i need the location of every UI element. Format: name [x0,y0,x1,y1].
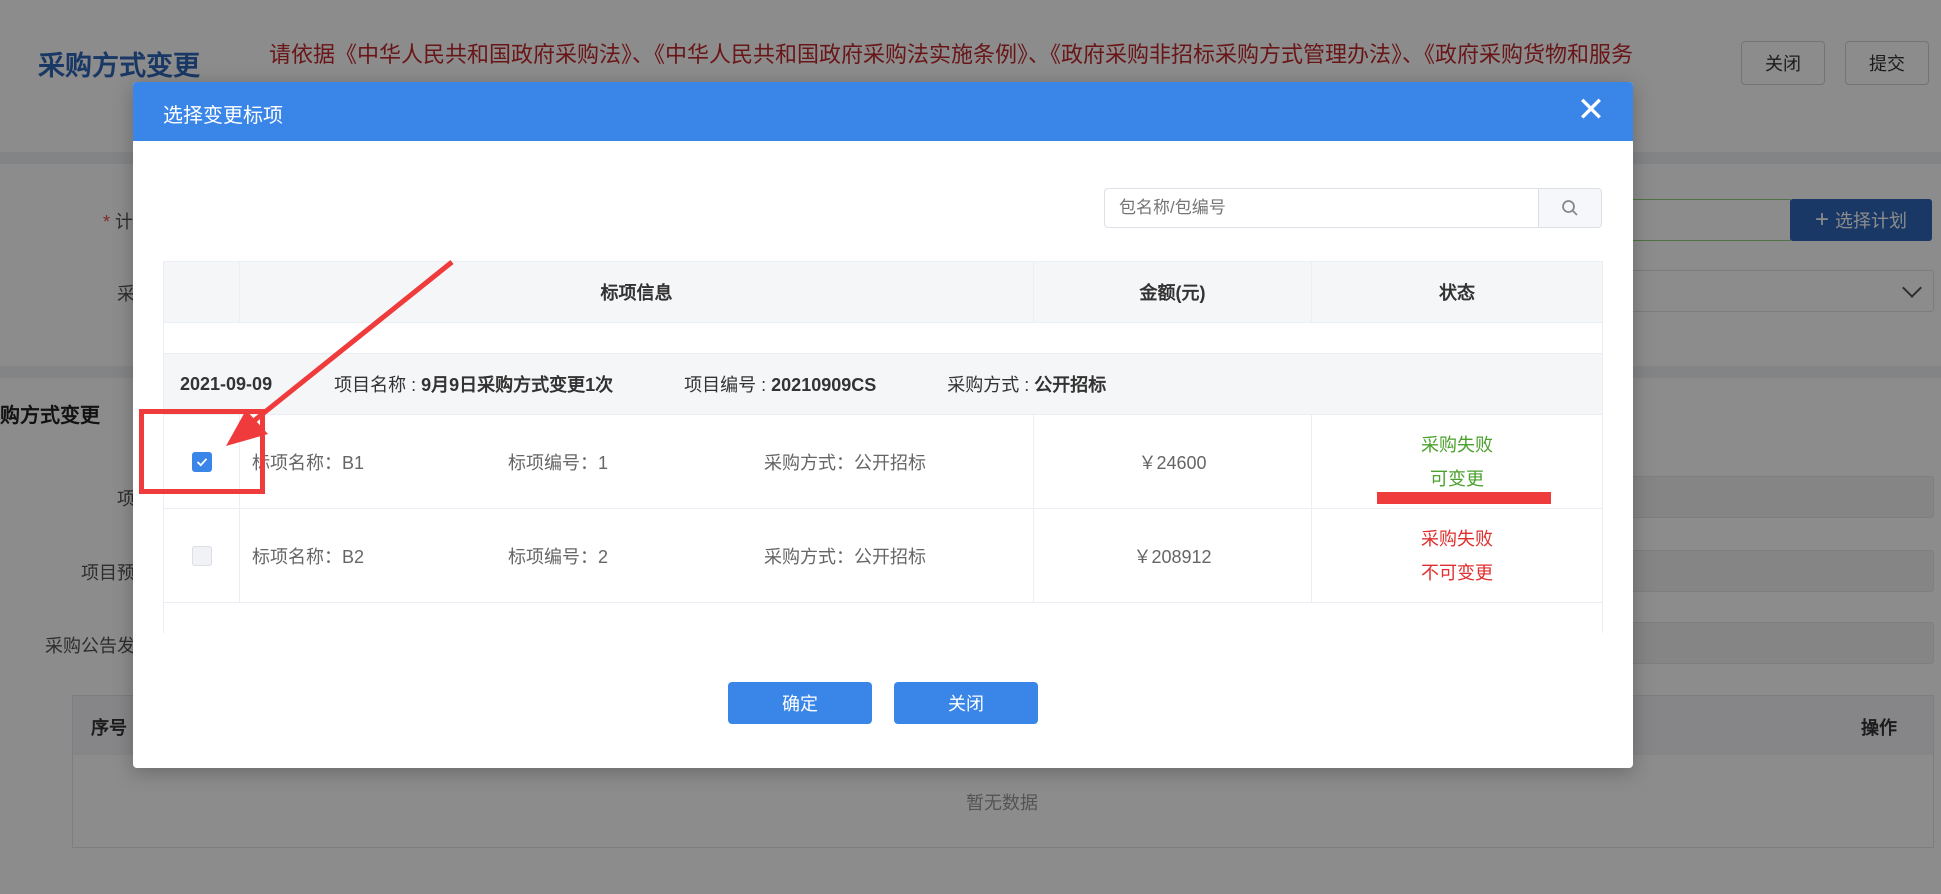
project-group-row: 2021-09-09 项目名称 : 9月9日采购方式变更1次 项目编号 : 20… [163,353,1603,415]
search-icon [1562,200,1578,216]
modal-close-button[interactable]: 关闭 [894,682,1038,724]
col-amount: 金额(元) [1034,262,1312,322]
group-method: 采购方式 : 公开招标 [947,375,1107,395]
modal-title: 选择变更标项 [163,105,283,127]
search-input[interactable] [1104,188,1538,228]
row-checkbox[interactable] [191,545,212,566]
item-name: 标项名称：B2 [252,546,365,567]
item-status: 采购失败 不可变更 [1312,509,1602,602]
item-no: 标项编号：1 [508,452,609,473]
row-info-cell: 标项名称：B1 标项编号：1 采购方式：公开招标 [240,415,1034,508]
item-method: 采购方式：公开招标 [764,546,926,567]
modal-header: 选择变更标项 ✕ [133,82,1633,141]
status-changeable: 可变更 [1430,468,1484,489]
group-project-no: 项目编号 : 20210909CS [684,375,877,395]
spacer [163,323,1603,353]
col-status: 状态 [1439,283,1475,303]
item-amount: ￥24600 [1034,415,1312,508]
item-no: 标项编号：2 [508,546,609,567]
confirm-button[interactable]: 确定 [728,682,872,724]
col-info: 标项信息 [240,262,1034,322]
spacer [163,603,1603,633]
annotation-underline [1377,492,1551,504]
group-date: 2021-09-09 [180,373,273,394]
close-icon[interactable]: ✕ [1575,93,1607,127]
group-project-name: 项目名称 : 9月9日采购方式变更1次 [334,375,614,395]
item-name: 标项名称：B1 [252,452,365,473]
table-header: 标项信息 金额(元) 状态 [163,261,1603,323]
select-item-modal: 选择变更标项 ✕ 标项信息 金额(元) 状态 2021-09-09 项目名称 :… [133,82,1633,768]
table-row[interactable]: 标项名称：B2 标项编号：2 采购方式：公开招标 ￥208912 采购失败 不可… [163,509,1603,603]
row-info-cell: 标项名称：B2 标项编号：2 采购方式：公开招标 [240,509,1034,602]
item-table: 标项信息 金额(元) 状态 2021-09-09 项目名称 : 9月9日采购方式… [163,261,1603,633]
status-result: 采购失败 [1421,434,1493,455]
item-amount: ￥208912 [1034,509,1312,602]
item-method: 采购方式：公开招标 [764,452,926,473]
row-select-cell [164,509,240,602]
col-select [164,262,240,322]
annotation-highlight-box [139,409,265,494]
search-button[interactable] [1538,188,1602,228]
status-result: 采购失败 [1421,528,1493,549]
status-changeable: 不可变更 [1421,562,1493,583]
